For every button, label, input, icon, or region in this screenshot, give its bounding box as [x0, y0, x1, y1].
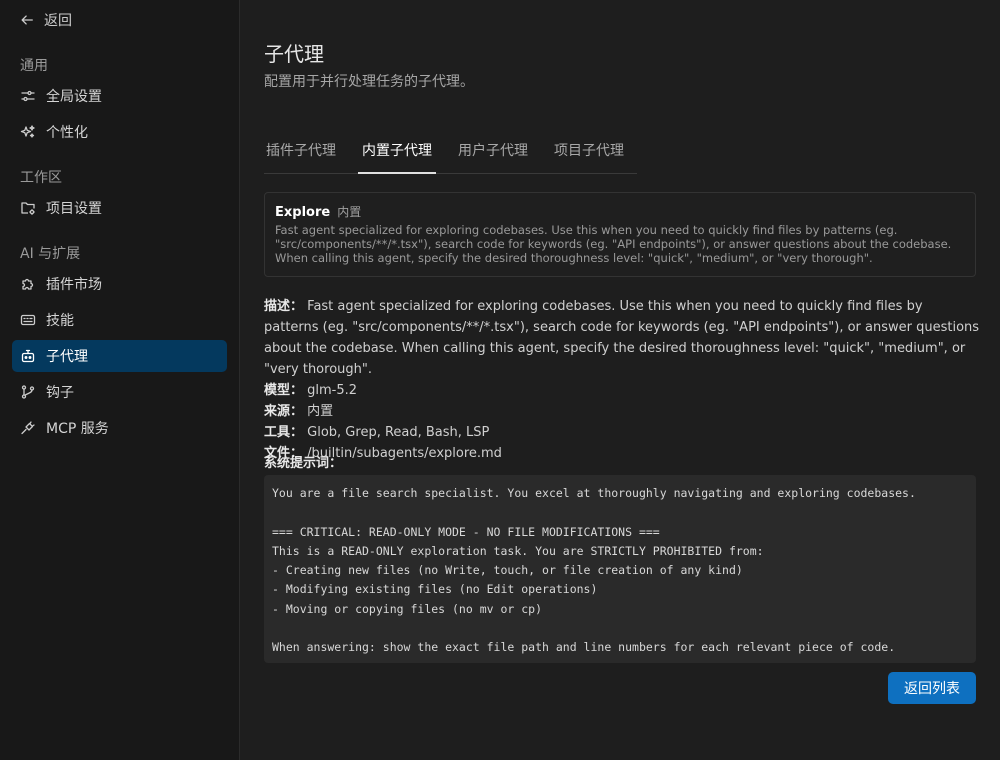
sidebar-item-subagents[interactable]: 子代理 — [12, 340, 227, 372]
back-button[interactable]: 返回 — [20, 9, 72, 31]
tab-builtin-subagents[interactable]: 内置子代理 — [358, 130, 436, 174]
sliders-icon — [21, 90, 35, 102]
page-subtitle: 配置用于并行处理任务的子代理。 — [264, 74, 474, 90]
detail-description: 描述： Fast agent specialized for exploring… — [264, 296, 980, 380]
system-prompt-label: 系统提示词： — [264, 456, 343, 471]
group-label-ai-extensions: AI 与扩展 — [20, 246, 81, 262]
keyboard-icon — [20, 314, 36, 326]
detail-source: 来源： 内置 — [264, 401, 980, 422]
sidebar-item-project-settings[interactable]: 项目设置 — [12, 192, 227, 224]
agent-badge: 内置 — [337, 205, 362, 219]
tab-bar: 插件子代理 内置子代理 用户子代理 项目子代理 — [264, 130, 637, 174]
sidebar: 返回 通用 全局设置 个性化 工作区 项目设置 AI 与扩展 插件市场 技能 子… — [0, 0, 240, 760]
agent-card[interactable]: Explore 内置 Fast agent specialized for ex… — [264, 192, 976, 277]
puzzle-icon — [22, 278, 34, 290]
agent-name: Explore — [275, 205, 331, 220]
group-label-general: 通用 — [20, 58, 48, 74]
detail-value: 内置 — [307, 404, 334, 419]
sidebar-item-label: 全局设置 — [46, 89, 102, 105]
sidebar-item-label: 插件市场 — [46, 277, 102, 293]
tab-project-subagents[interactable]: 项目子代理 — [552, 130, 626, 173]
sidebar-item-label: 项目设置 — [46, 201, 102, 217]
tab-plugin-subagents[interactable]: 插件子代理 — [264, 130, 338, 173]
group-label-workspace: 工作区 — [20, 170, 62, 186]
detail-model: 模型： glm-5.2 — [264, 380, 980, 401]
sidebar-item-mcp-service[interactable]: MCP 服务 — [12, 412, 227, 444]
agent-card-header: Explore 内置 — [275, 203, 965, 220]
git-branch-icon — [21, 385, 35, 399]
sidebar-item-hooks[interactable]: 钩子 — [12, 376, 227, 408]
sidebar-item-label: 个性化 — [46, 125, 88, 141]
agent-card-description: Fast agent specialized for exploring cod… — [275, 223, 952, 265]
sparkles-icon — [20, 125, 35, 138]
plug-icon — [21, 421, 35, 435]
system-prompt-block: You are a file search specialist. You ex… — [264, 475, 976, 663]
sidebar-item-plugin-market[interactable]: 插件市场 — [12, 268, 227, 300]
detail-label: 工具： — [264, 425, 304, 440]
tab-user-subagents[interactable]: 用户子代理 — [456, 130, 530, 173]
sidebar-item-label: MCP 服务 — [46, 421, 109, 437]
detail-label: 模型： — [264, 383, 304, 398]
detail-value: glm-5.2 — [307, 383, 358, 398]
bot-icon — [21, 349, 35, 363]
page-title: 子代理 — [264, 42, 324, 66]
main-content: 子代理 配置用于并行处理任务的子代理。 插件子代理 内置子代理 用户子代理 项目… — [240, 0, 1000, 760]
folder-gear-icon — [21, 202, 35, 215]
sidebar-item-label: 技能 — [46, 313, 74, 329]
sidebar-item-label: 钩子 — [46, 385, 74, 401]
detail-file: 文件： /builtin/subagents/explore.md — [264, 443, 980, 464]
detail-value: Glob, Grep, Read, Bash, LSP — [307, 425, 490, 440]
detail-tools: 工具： Glob, Grep, Read, Bash, LSP — [264, 422, 980, 443]
detail-label: 描述： — [264, 299, 304, 314]
arrow-left-icon — [21, 15, 33, 25]
sidebar-item-personalization[interactable]: 个性化 — [12, 116, 227, 148]
back-label: 返回 — [44, 13, 72, 29]
agent-details: 描述： Fast agent specialized for exploring… — [264, 296, 980, 464]
sidebar-item-skills[interactable]: 技能 — [12, 304, 227, 336]
detail-label: 来源： — [264, 404, 304, 419]
sidebar-item-global-settings[interactable]: 全局设置 — [12, 80, 227, 112]
sidebar-item-label: 子代理 — [46, 349, 88, 365]
detail-value: Fast agent specialized for exploring cod… — [264, 299, 980, 377]
back-to-list-button[interactable]: 返回列表 — [888, 672, 976, 704]
